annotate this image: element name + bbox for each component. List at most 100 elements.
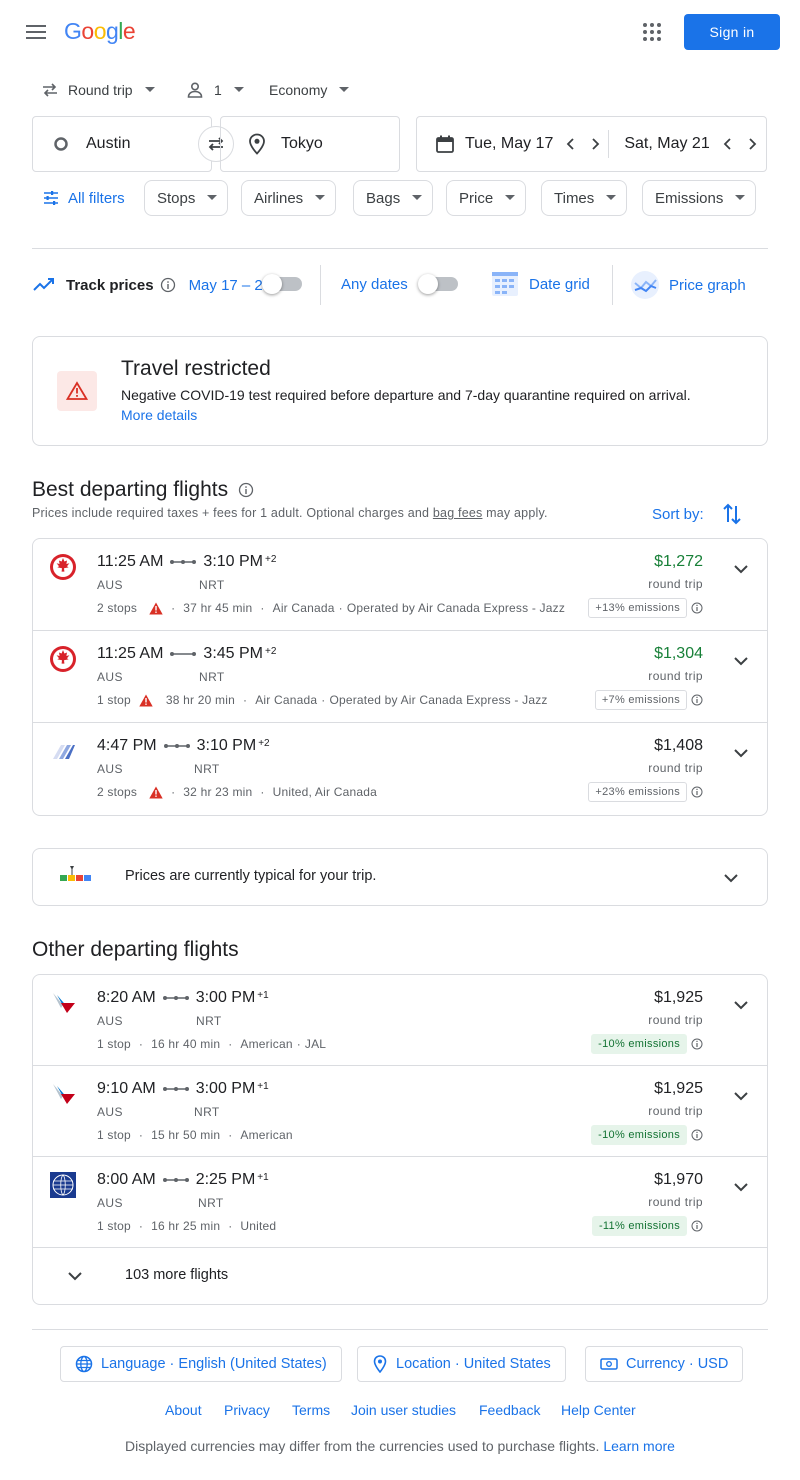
chevron-left-icon[interactable] (565, 137, 577, 151)
expand-chevron-icon[interactable] (729, 1084, 753, 1108)
caret-down-icon (505, 195, 516, 200)
origin-field[interactable]: Austin (32, 116, 212, 172)
cabin-class-label: Economy (269, 82, 328, 98)
info-icon[interactable] (691, 1220, 703, 1232)
expand-chevron-icon[interactable] (729, 649, 753, 673)
price-filter-chip[interactable]: Price (446, 180, 527, 216)
toggle-knob (262, 274, 282, 294)
info-icon[interactable] (238, 482, 254, 498)
google-logo[interactable]: Google (64, 18, 136, 45)
flight-details: 1 stop 38 hr 20 min · Air Canada · Opera… (97, 693, 548, 707)
main-menu-button[interactable] (22, 18, 50, 46)
separator-dot: · (228, 1219, 233, 1233)
currency-disclaimer: Displayed currencies may differ from the… (0, 1438, 800, 1454)
privacy-link[interactable]: Privacy (224, 1402, 270, 1418)
destination-field[interactable]: Tokyo (220, 116, 400, 172)
more-flights-button[interactable]: 103 more flights (33, 1248, 767, 1304)
language-button[interactable]: Language · English (United States) (60, 1346, 342, 1382)
airports: AUS NRT (97, 1105, 219, 1119)
origin-value: Austin (86, 135, 131, 152)
price-graph-button[interactable]: Price graph (630, 270, 746, 300)
price-graph-icon (631, 271, 659, 299)
other-flights-list: 8:20 AM 3:00 PM +1 AUS NRT 1 stop · 16 hr … (32, 974, 768, 1305)
track-range-toggle[interactable] (262, 274, 302, 294)
location-button[interactable]: Location · United States (357, 1346, 566, 1382)
route-line-icon (163, 744, 190, 748)
trip-type-select[interactable]: Round trip (40, 78, 155, 102)
expand-chevron-icon[interactable] (729, 557, 753, 581)
separator (612, 265, 613, 305)
any-dates-toggle[interactable] (418, 274, 458, 294)
flight-row[interactable]: 9:10 AM 3:00 PM +1 AUS NRT 1 stop · 15 hr … (33, 1066, 767, 1157)
all-filters-label: All filters (68, 189, 125, 207)
emissions-badge: -11% emissions (591, 1216, 687, 1236)
chip-label: Airlines (254, 189, 304, 207)
stops-filter-chip[interactable]: Stops (144, 180, 229, 216)
flight-details: 1 stop · 16 hr 25 min · United (97, 1219, 276, 1233)
all-filters-button[interactable]: All filters (32, 180, 135, 216)
info-icon[interactable] (160, 277, 176, 293)
airports: AUS NRT (97, 1196, 223, 1210)
chevron-right-icon[interactable] (746, 137, 758, 151)
more-details-link[interactable]: More details (121, 407, 197, 423)
flight-times: 9:10 AM 3:00 PM +1 (97, 1080, 269, 1098)
expand-chevron-icon[interactable] (729, 1175, 753, 1199)
help-center-link[interactable]: Help Center (561, 1402, 636, 1418)
price-insight-banner[interactable]: Prices are currently typical for your tr… (32, 848, 768, 906)
info-icon[interactable] (691, 786, 703, 798)
learn-more-link[interactable]: Learn more (603, 1438, 675, 1454)
best-flights-list: 11:25 AM 3:10 PM +2 AUS NRT 2 stops · 37 h… (32, 538, 768, 816)
emissions-filter-chip[interactable]: Emissions (642, 180, 757, 216)
day-offset: +1 (257, 1080, 269, 1092)
airlines-filter-chip[interactable]: Airlines (241, 180, 337, 216)
duration: 38 hr 20 min (165, 693, 235, 707)
info-icon[interactable] (691, 1038, 703, 1050)
terms-link[interactable]: Terms (292, 1402, 330, 1418)
depart-date-field[interactable]: Tue, May 17 (435, 134, 553, 154)
warning-icon-box (57, 371, 97, 411)
join-user-studies-link[interactable]: Join user studies (351, 1402, 456, 1418)
bags-filter-chip[interactable]: Bags (353, 180, 434, 216)
chevron-right-icon[interactable] (589, 137, 601, 151)
flight-details: 2 stops · 37 hr 45 min · Air Canada · Op… (97, 601, 565, 615)
origin-airport: AUS (97, 1014, 123, 1028)
apps-button[interactable] (640, 20, 664, 44)
price: $1,408 (654, 737, 703, 754)
date-grid-button[interactable]: Date grid (491, 270, 590, 298)
expand-chevron-icon[interactable] (729, 741, 753, 765)
multi-airline-logo-icon (53, 745, 75, 759)
route-line-icon (162, 1178, 189, 1182)
sort-by-button[interactable]: Sort by: (652, 502, 742, 526)
feedback-link[interactable]: Feedback (479, 1402, 540, 1418)
arrival-time: 3:10 PM (203, 553, 264, 570)
chevron-left-icon[interactable] (722, 137, 734, 151)
about-link[interactable]: About (165, 1402, 202, 1418)
return-date-value[interactable]: Sat, May 21 (624, 135, 709, 153)
arrival-time: 3:00 PM (195, 1080, 256, 1097)
sign-in-button[interactable]: Sign in (684, 14, 780, 50)
info-icon[interactable] (691, 602, 703, 614)
info-icon[interactable] (691, 1129, 703, 1141)
flight-details: 1 stop · 15 hr 50 min · American (97, 1128, 293, 1142)
airports: AUS NRT (97, 1014, 221, 1028)
times-filter-chip[interactable]: Times (541, 180, 628, 216)
flight-row[interactable]: 8:00 AM 2:25 PM +1 AUS NRT 1 stop · 16 hr … (33, 1157, 767, 1248)
flight-row[interactable]: 4:47 PM 3:10 PM +2 AUS NRT 2 stops · 32 hr… (33, 723, 767, 815)
american-airlines-logo-icon (53, 993, 75, 1013)
caret-down-icon (233, 87, 244, 92)
passengers-select[interactable]: 1 (186, 78, 244, 102)
stops: 1 stop (97, 1219, 131, 1233)
date-divider (608, 130, 610, 158)
flight-row[interactable]: 8:20 AM 3:00 PM +1 AUS NRT 1 stop · 16 hr … (33, 975, 767, 1066)
trip-type: round trip (648, 1195, 703, 1209)
separator-dot: · (228, 1128, 233, 1142)
flight-row[interactable]: 11:25 AM 3:10 PM +2 AUS NRT 2 stops · 37 h… (33, 539, 767, 631)
info-icon[interactable] (691, 694, 703, 706)
operated-by: Operated by Air Canada Express - Jazz (329, 693, 548, 707)
bag-fees-link[interactable]: bag fees (433, 506, 483, 520)
currency-button[interactable]: Currency · USD (585, 1346, 744, 1382)
flight-row[interactable]: 11:25 AM 3:45 PM +2 AUS NRT 1 stop 38 hr 2… (33, 631, 767, 723)
separator-dot: · (260, 785, 265, 799)
expand-chevron-icon[interactable] (729, 993, 753, 1017)
cabin-class-select[interactable]: Economy (269, 78, 350, 102)
